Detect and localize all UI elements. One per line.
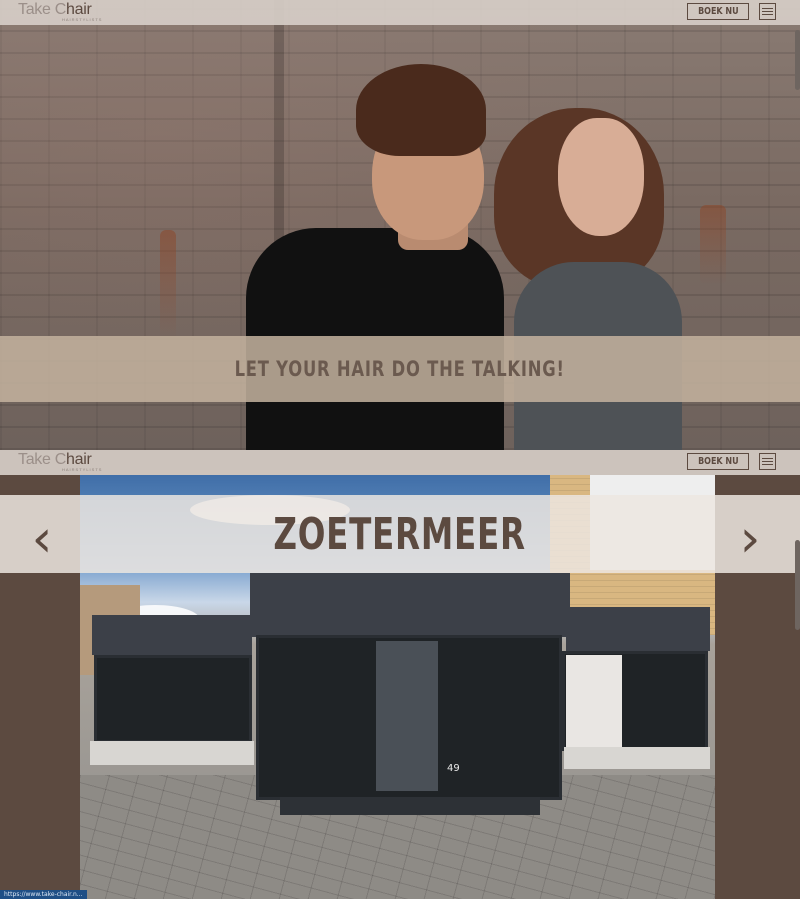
site-header: Take Chair HAIRSTYLISTS BOEK NU <box>0 0 800 25</box>
shop-step <box>280 797 540 815</box>
shop-window-left <box>94 655 252 743</box>
model-man-hair <box>356 64 486 156</box>
city-title-band: ZOETERMEER <box>0 495 800 573</box>
chevron-right-icon[interactable]: › <box>730 508 770 570</box>
model-woman-face <box>558 118 644 236</box>
scrollbar-thumb-secondary[interactable] <box>795 540 800 630</box>
scrollbar-thumb[interactable] <box>795 30 800 90</box>
door-number: 49 <box>447 763 460 774</box>
logo-accent: hair <box>66 1 92 18</box>
shop-roof-right <box>566 607 710 651</box>
logo-text: Take Chair <box>18 451 92 468</box>
rust-stain <box>160 230 176 340</box>
hero-tagline-banner: LET YOUR HAIR DO THE TALKING! <box>0 336 800 402</box>
book-now-button[interactable]: BOEK NU <box>687 3 749 20</box>
shop-base-right <box>564 747 710 769</box>
chevron-left-icon[interactable]: ‹ <box>22 508 62 570</box>
book-now-button[interactable]: BOEK NU <box>687 453 749 470</box>
status-bar-url: https://www.take-chair.n... <box>0 890 87 899</box>
rust-stain <box>700 205 726 285</box>
city-title: ZOETERMEER <box>273 508 527 560</box>
site-header-secondary: Take Chair HAIRSTYLISTS BOEK NU <box>0 450 800 475</box>
site-logo[interactable]: Take Chair HAIRSTYLISTS <box>18 451 101 473</box>
hamburger-icon[interactable] <box>759 3 776 20</box>
shop-roof-center <box>250 573 570 637</box>
logo-subtitle: HAIRSTYLISTS <box>62 17 103 22</box>
shop-door <box>376 641 438 791</box>
logo-subtitle: HAIRSTYLISTS <box>62 467 103 472</box>
book-now-label: BOEK NU <box>697 456 739 467</box>
logo-main: Take C <box>18 451 66 468</box>
location-section: 49 ZOETERMEER ‹ › <box>0 450 800 899</box>
logo-accent: hair <box>66 451 92 468</box>
hero-tagline: LET YOUR HAIR DO THE TALKING! <box>234 357 566 381</box>
book-now-label: BOEK NU <box>697 6 739 17</box>
logo-main: Take C <box>18 1 66 18</box>
logo-text: Take Chair <box>18 1 92 18</box>
shop-base-left <box>90 741 254 765</box>
hero-section: LET YOUR HAIR DO THE TALKING! <box>0 0 800 450</box>
shop-roof-left <box>92 615 252 655</box>
site-logo[interactable]: Take Chair HAIRSTYLISTS <box>18 1 101 23</box>
hamburger-icon[interactable] <box>759 453 776 470</box>
window-poster <box>566 655 622 747</box>
